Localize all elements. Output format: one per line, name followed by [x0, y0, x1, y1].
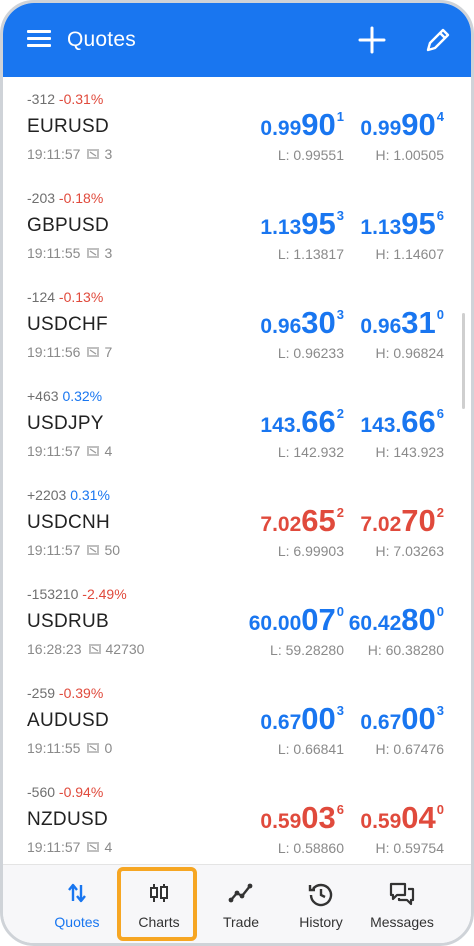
time-spread: 19:11:57 4 — [27, 443, 113, 459]
ask-price: 0.59040 — [360, 800, 444, 835]
ask-price: 0.67003 — [360, 701, 444, 736]
low-price: L: 59.28280 — [270, 642, 344, 658]
ask-price: 7.02702 — [360, 503, 444, 538]
nav-charts[interactable]: Charts — [117, 865, 201, 943]
change-label: -259 -0.39% — [27, 685, 104, 701]
change-label: +2203 0.31% — [27, 487, 110, 503]
bid-price: 143.662 — [260, 404, 344, 439]
quotes-list[interactable]: -312 -0.31% EURUSD 19:11:57 3 0.99901 0.9… — [3, 77, 471, 867]
quote-row-gbpusd[interactable]: -203 -0.18% GBPUSD 19:11:55 3 1.13953 1.1… — [3, 176, 471, 275]
time-spread: 16:28:23 42730 — [27, 641, 145, 657]
symbol-name: AUDUSD — [27, 710, 110, 731]
spread-icon — [87, 842, 100, 852]
change-label: -560 -0.94% — [27, 784, 104, 800]
ask-price: 0.99904 — [360, 107, 444, 142]
scrollbar[interactable] — [462, 313, 465, 409]
low-price: L: 0.99551 — [277, 147, 344, 163]
high-price: H: 7.03263 — [375, 543, 445, 559]
pencil-icon[interactable] — [423, 25, 453, 55]
spread-icon — [88, 644, 101, 654]
symbol-name: NZDUSD — [27, 809, 108, 830]
app-bar: Quotes — [3, 3, 471, 77]
nav-trade[interactable]: Trade — [199, 865, 283, 943]
change-label: -124 -0.13% — [27, 289, 104, 305]
high-price: H: 0.67476 — [375, 741, 445, 757]
change-label: -153210 -2.49% — [27, 586, 127, 602]
quote-row-eurusd[interactable]: -312 -0.31% EURUSD 19:11:57 3 0.99901 0.9… — [3, 77, 471, 176]
quote-row-usdcnh[interactable]: +2203 0.31% USDCNH 19:11:57 50 7.02652 7.… — [3, 473, 471, 572]
symbol-name: EURUSD — [27, 116, 110, 137]
nav-label: Trade — [222, 914, 260, 930]
nav-messages[interactable]: Messages — [359, 865, 445, 943]
bid-price: 0.59036 — [260, 800, 344, 835]
trend-line-icon — [228, 883, 253, 903]
nav-label: Charts — [138, 914, 180, 930]
spread-icon — [87, 545, 100, 555]
quote-row-usdjpy[interactable]: +463 0.32% USDJPY 19:11:57 4 143.662 143.… — [3, 374, 471, 473]
time-spread: 19:11:57 3 — [27, 146, 113, 162]
low-price: L: 0.58860 — [277, 840, 344, 856]
high-price: H: 0.96824 — [375, 345, 445, 361]
change-label: -203 -0.18% — [27, 190, 104, 206]
bid-price: 0.96303 — [260, 305, 344, 340]
time-spread: 19:11:55 0 — [27, 740, 113, 756]
quote-row-usdrub[interactable]: -153210 -2.49% USDRUB 16:28:23 42730 60.0… — [3, 572, 471, 671]
nav-label: History — [299, 914, 343, 930]
bid-price: 60.00070 — [248, 602, 344, 637]
low-price: L: 0.66841 — [277, 741, 344, 757]
history-clock-icon — [308, 883, 333, 907]
ask-price: 60.42800 — [348, 602, 444, 637]
low-price: L: 1.13817 — [277, 246, 344, 262]
low-price: L: 6.99903 — [277, 543, 344, 559]
low-price: L: 142.932 — [277, 444, 344, 460]
symbol-name: USDRUB — [27, 611, 110, 632]
nav-quotes[interactable]: Quotes — [33, 865, 121, 943]
candlestick-icon — [150, 884, 168, 902]
messages-icon — [389, 882, 415, 906]
change-label: -312 -0.31% — [27, 91, 104, 107]
spread-icon — [87, 149, 100, 159]
time-spread: 19:11:55 3 — [27, 245, 113, 261]
symbol-name: USDCHF — [27, 314, 108, 335]
phone-frame: Quotes -312 -0.31% EURUSD 19:11:57 3 0.99… — [0, 0, 474, 946]
high-price: H: 1.00505 — [375, 147, 445, 163]
high-price: H: 0.59754 — [375, 840, 445, 856]
page-title: Quotes — [67, 28, 136, 51]
quote-row-audusd[interactable]: -259 -0.39% AUDUSD 19:11:55 0 0.67003 0.6… — [3, 671, 471, 770]
bid-price: 0.67003 — [260, 701, 344, 736]
spread-icon — [87, 347, 100, 357]
time-spread: 19:11:56 7 — [27, 344, 113, 360]
change-label: +463 0.32% — [27, 388, 103, 404]
ask-price: 0.96310 — [360, 305, 444, 340]
nav-label: Quotes — [54, 914, 100, 930]
nav-history[interactable]: History — [279, 865, 363, 943]
quote-row-usdchf[interactable]: -124 -0.13% USDCHF 19:11:56 7 0.96303 0.9… — [3, 275, 471, 374]
bid-price: 7.02652 — [260, 503, 344, 538]
arrows-updown-icon — [68, 883, 86, 903]
ask-price: 1.13956 — [360, 206, 444, 241]
symbol-name: USDCNH — [27, 512, 111, 533]
spread-icon — [87, 743, 100, 753]
time-spread: 19:11:57 50 — [27, 542, 121, 558]
plus-icon[interactable] — [357, 25, 387, 55]
bid-price: 0.99901 — [260, 107, 344, 142]
high-price: H: 143.923 — [375, 444, 445, 460]
symbol-name: GBPUSD — [27, 215, 110, 236]
bid-price: 1.13953 — [260, 206, 344, 241]
spread-icon — [87, 248, 100, 258]
high-price: H: 60.38280 — [367, 642, 444, 658]
low-price: L: 0.96233 — [277, 345, 344, 361]
bottom-navigation: Quotes Charts Trade History Messages — [3, 864, 471, 943]
quote-row-nzdusd[interactable]: -560 -0.94% NZDUSD 19:11:57 4 0.59036 0.5… — [3, 770, 471, 867]
nav-label: Messages — [370, 914, 434, 930]
time-spread: 19:11:57 4 — [27, 839, 113, 855]
high-price: H: 1.14607 — [375, 246, 445, 262]
hamburger-icon[interactable] — [27, 30, 51, 48]
symbol-name: USDJPY — [27, 413, 104, 434]
spread-icon — [87, 446, 100, 456]
ask-price: 143.666 — [360, 404, 444, 439]
